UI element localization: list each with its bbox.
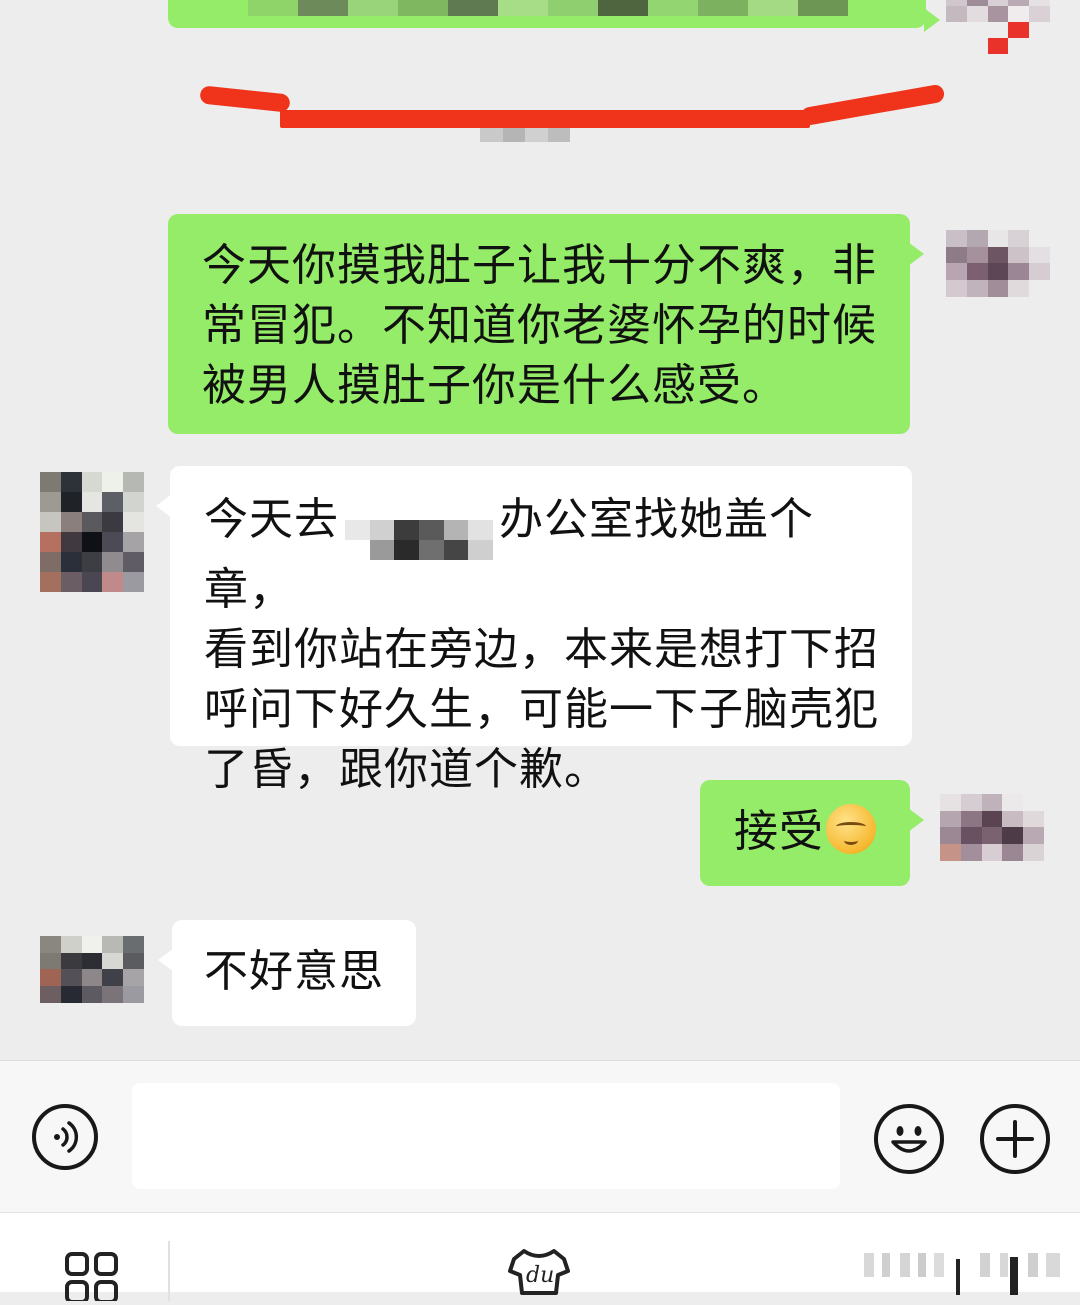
message-text: 不好意思 bbox=[204, 946, 384, 997]
blurred-text bbox=[248, 0, 848, 16]
avatar-self[interactable] bbox=[946, 230, 1050, 330]
avatar-contact[interactable] bbox=[40, 472, 144, 592]
input-bar bbox=[0, 1060, 1080, 1213]
message-line: 看到你站在旁边，本来是想打下招 bbox=[204, 624, 879, 675]
message-line: 常冒犯。不知道你老婆怀孕的时候 bbox=[202, 300, 877, 351]
chat-area[interactable]: 今天你摸我肚子让我十分不爽，非 常冒犯。不知道你老婆怀孕的时候 被男人摸肚子你是… bbox=[0, 0, 1080, 1060]
red-annotation-line bbox=[799, 83, 946, 127]
message-text: 接受 bbox=[734, 806, 824, 857]
message-line: 今天去 办公室找她盖个章， bbox=[204, 490, 892, 620]
redacted-name bbox=[345, 520, 493, 560]
voice-icon[interactable] bbox=[32, 1104, 98, 1170]
message-line: 今天你摸我肚子让我十分不爽，非 bbox=[202, 240, 877, 291]
blurred-timestamp bbox=[480, 128, 570, 142]
avatar-self[interactable] bbox=[940, 794, 1044, 894]
signal-bars-icon bbox=[860, 1245, 1070, 1295]
grid-icon[interactable] bbox=[64, 1251, 120, 1304]
shirt-logo-icon[interactable]: du bbox=[506, 1245, 572, 1295]
red-annotation-line bbox=[280, 110, 810, 128]
smiley-icon[interactable] bbox=[874, 1104, 944, 1174]
bottom-nav: du bbox=[0, 1212, 1080, 1304]
message-line: 被男人摸肚子你是什么感受。 bbox=[202, 360, 787, 411]
plus-icon[interactable] bbox=[980, 1104, 1050, 1174]
message-bubble-received[interactable]: 不好意思 bbox=[158, 920, 416, 1026]
message-input[interactable] bbox=[132, 1083, 840, 1189]
message-bubble-cropped[interactable] bbox=[168, 0, 940, 32]
message-bubble-sent[interactable]: 接受 bbox=[700, 780, 924, 886]
avatar-contact[interactable] bbox=[40, 936, 144, 1036]
nav-divider bbox=[168, 1241, 170, 1301]
message-bubble-received[interactable]: 今天去 办公室找她盖个章， 看到你站在旁边，本来是想打下招 呼问下好久生，可能一… bbox=[156, 466, 912, 795]
message-line: 呼问下好久生，可能一下子脑壳犯 bbox=[204, 684, 879, 735]
smirk-emoji-icon bbox=[826, 804, 876, 854]
red-annotation-line bbox=[199, 85, 291, 113]
message-text: 今天去 bbox=[204, 494, 339, 545]
shirt-logo-text: du bbox=[526, 1263, 555, 1288]
message-bubble-sent[interactable]: 今天你摸我肚子让我十分不爽，非 常冒犯。不知道你老婆怀孕的时候 被男人摸肚子你是… bbox=[168, 214, 924, 434]
avatar-self-top[interactable] bbox=[946, 0, 1050, 86]
